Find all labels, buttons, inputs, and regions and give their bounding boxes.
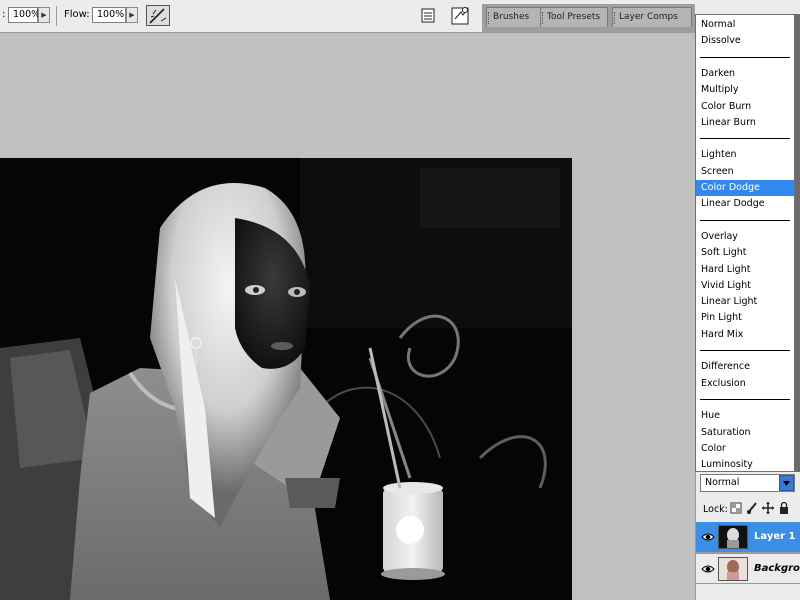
blend-option-hue[interactable]: Hue [696, 408, 794, 424]
flow-label: Flow: [64, 9, 90, 20]
layer-row-background[interactable]: Backgrou [696, 553, 800, 584]
opacity-label: : [2, 9, 6, 20]
menu-divider [700, 138, 790, 140]
blend-option-hard-light[interactable]: Hard Light [696, 262, 794, 278]
palette-button[interactable] [420, 5, 436, 26]
opacity-field[interactable]: 100% [8, 7, 40, 23]
photo-image [0, 158, 572, 600]
blend-option-saturation[interactable]: Saturation [696, 425, 794, 441]
lock-paint-button[interactable] [746, 502, 758, 514]
blend-option-lighten[interactable]: Lighten [696, 147, 794, 163]
lock-paint-icon [747, 502, 757, 514]
blend-mode-dropdown-menu[interactable]: Normal Dissolve Darken Multiply Color Burn Li… [695, 14, 795, 472]
tab-layer-comps[interactable]: Layer Comps [612, 7, 692, 27]
airbrush-icon [149, 8, 167, 24]
lock-move-button[interactable] [762, 502, 774, 514]
opacity-arrow-button[interactable]: ▶ [38, 7, 50, 23]
eye-icon [701, 533, 715, 541]
eye-icon [701, 565, 715, 573]
chevron-down-icon [783, 481, 790, 486]
blend-option-dissolve[interactable]: Dissolve [696, 33, 794, 49]
lock-all-button[interactable] [778, 501, 790, 514]
lock-move-icon [762, 502, 774, 514]
lock-all-icon [780, 501, 788, 514]
layer-thumbnail [718, 525, 748, 549]
blend-option-linear-dodge[interactable]: Linear Dodge [696, 196, 794, 212]
document-canvas[interactable] [0, 158, 572, 600]
blend-option-screen[interactable]: Screen [696, 164, 794, 180]
blend-option-vivid-light[interactable]: Vivid Light [696, 278, 794, 294]
blend-option-linear-light[interactable]: Linear Light [696, 294, 794, 310]
lock-transparent-button[interactable] [730, 502, 742, 514]
toolbar-separator [56, 6, 57, 26]
blend-option-normal[interactable]: Normal [696, 17, 794, 33]
menu-divider [700, 350, 790, 352]
file-browser-icon [451, 7, 469, 25]
blend-option-color[interactable]: Color [696, 441, 794, 457]
menu-divider [700, 219, 790, 221]
tab-tool-presets[interactable]: Tool Presets [540, 7, 608, 27]
lock-transparent-icon [730, 502, 742, 514]
visibility-toggle[interactable] [701, 531, 715, 543]
panel-edge-strip [795, 14, 800, 472]
layer-thumbnail [718, 557, 748, 581]
flow-field[interactable]: 100% [92, 7, 126, 23]
file-browser-button[interactable] [450, 5, 472, 26]
menu-divider [700, 399, 790, 401]
blend-option-soft-light[interactable]: Soft Light [696, 245, 794, 261]
options-bar: : 100% ▶ Flow: 100% ▶ Brushes Tool Prese… [0, 0, 800, 33]
flow-arrow-button[interactable]: ▶ [126, 7, 138, 23]
visibility-toggle[interactable] [701, 563, 715, 575]
blend-mode-arrow-button[interactable] [779, 475, 794, 491]
palette-icon [421, 8, 435, 23]
blend-option-pin-light[interactable]: Pin Light [696, 310, 794, 326]
blend-option-color-burn[interactable]: Color Burn [696, 99, 794, 115]
blend-option-luminosity[interactable]: Luminosity [696, 457, 794, 473]
lock-label: Lock: [703, 504, 728, 515]
blend-option-linear-burn[interactable]: Linear Burn [696, 115, 794, 131]
layer-name: Layer 1 [754, 531, 796, 542]
blend-option-color-dodge[interactable]: Color Dodge [696, 180, 794, 196]
blend-option-overlay[interactable]: Overlay [696, 229, 794, 245]
blend-option-hard-mix[interactable]: Hard Mix [696, 327, 794, 343]
tab-brushes[interactable]: Brushes [486, 7, 542, 27]
blend-option-difference[interactable]: Difference [696, 359, 794, 375]
blend-option-multiply[interactable]: Multiply [696, 82, 794, 98]
layer-row-layer-1[interactable]: Layer 1 [696, 522, 800, 553]
blend-option-darken[interactable]: Darken [696, 66, 794, 82]
menu-divider [700, 56, 790, 58]
layer-name: Backgrou [754, 563, 800, 574]
airbrush-button[interactable] [146, 5, 170, 26]
blend-option-exclusion[interactable]: Exclusion [696, 376, 794, 392]
